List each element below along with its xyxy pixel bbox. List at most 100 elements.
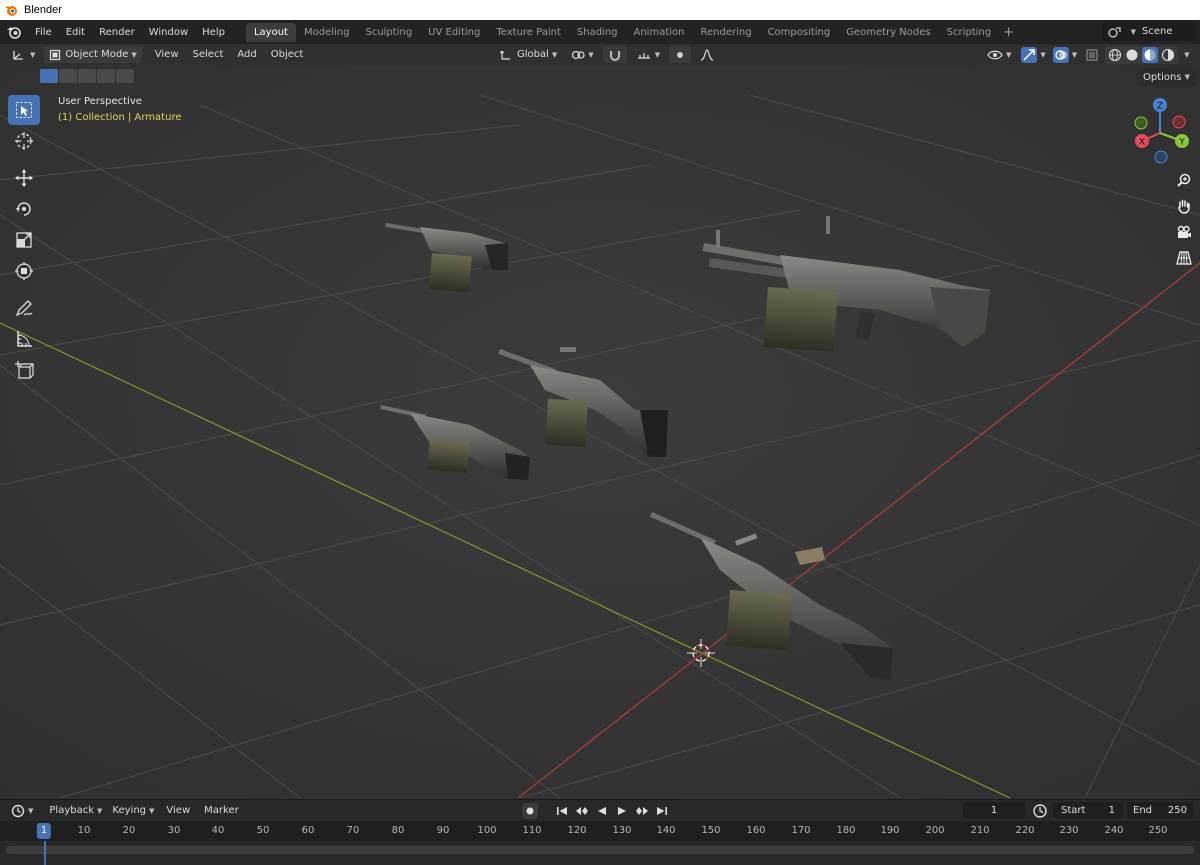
gizmo-neg-z[interactable] — [1154, 150, 1168, 164]
select-new-icon[interactable] — [40, 69, 58, 83]
tool-add-cube[interactable] — [8, 355, 40, 385]
proportional-falloff-button[interactable] — [695, 46, 719, 63]
clock-icon — [11, 804, 25, 817]
pivot-point-button[interactable]: ▼ — [566, 46, 598, 63]
zoom-button[interactable] — [1173, 169, 1195, 191]
tab-compositing[interactable]: Compositing — [760, 23, 839, 42]
ruler-tick: 130 — [612, 825, 632, 836]
gizmo-neg-x[interactable] — [1172, 115, 1186, 129]
options-button[interactable]: Options ▼ — [1137, 68, 1196, 86]
preview-range-clock-icon[interactable] — [1032, 803, 1048, 819]
tab-animation[interactable]: Animation — [626, 23, 693, 42]
start-frame-field[interactable]: Start 1 — [1053, 802, 1123, 819]
grid-perspective-icon — [1176, 251, 1192, 265]
solid-shading-icon[interactable] — [1125, 48, 1139, 62]
select-intersect-icon[interactable] — [116, 69, 134, 83]
rendered-shading-icon[interactable] — [1161, 48, 1175, 62]
select-difference-icon[interactable] — [97, 69, 115, 83]
tab-modeling[interactable]: Modeling — [296, 23, 358, 42]
shading-options-chevron-icon[interactable]: ▼ — [1184, 51, 1189, 59]
scene-name-field[interactable]: Scene — [1142, 26, 1190, 37]
tab-texture-paint[interactable]: Texture Paint — [488, 23, 569, 42]
jump-to-keyframe-forward-button[interactable] — [634, 803, 650, 819]
tab-layout[interactable]: Layout — [245, 22, 296, 42]
end-frame-field[interactable]: End 250 — [1127, 802, 1193, 819]
viewport-scene[interactable] — [0, 65, 1200, 798]
current-frame-field[interactable]: 1 — [963, 802, 1025, 819]
jump-to-end-button[interactable] — [654, 803, 670, 819]
transform-orientation-selector[interactable]: Global ▼ — [494, 46, 562, 63]
tool-measure[interactable] — [8, 324, 40, 354]
playback-menu[interactable]: Playback ▼ — [44, 802, 107, 819]
playhead-line[interactable] — [44, 841, 46, 865]
timeline-ruler[interactable]: 1 10 20 30 40 50 60 70 80 90 100 110 120… — [0, 821, 1200, 841]
camera-view-button[interactable] — [1173, 221, 1195, 243]
scene-selector[interactable]: ▼ Scene — [1101, 22, 1196, 41]
tool-move[interactable] — [8, 163, 40, 193]
menu-file[interactable]: File — [28, 27, 59, 38]
mode-selector[interactable]: Object Mode ▼ — [44, 46, 142, 63]
current-frame-marker[interactable]: 1 — [36, 823, 52, 839]
ruler-tick: 80 — [391, 825, 405, 836]
tool-transform[interactable] — [8, 256, 40, 286]
select-subtract-icon[interactable] — [78, 69, 96, 83]
tab-sculpting[interactable]: Sculpting — [357, 23, 420, 42]
gizmo-neg-y[interactable] — [1134, 116, 1148, 130]
material-preview-icon[interactable] — [1142, 47, 1159, 63]
add-cube-icon — [15, 361, 34, 379]
jump-to-start-button[interactable] — [554, 803, 570, 819]
auto-keying-button[interactable] — [522, 803, 538, 819]
add-workspace-button[interactable]: + — [999, 25, 1018, 40]
timeline-menu-marker[interactable]: Marker — [197, 805, 246, 816]
jump-to-keyframe-back-button[interactable] — [574, 803, 590, 819]
xray-toggle[interactable] — [1082, 47, 1102, 64]
wireframe-shading-icon[interactable] — [1108, 48, 1122, 62]
ruler-tick: 120 — [567, 825, 587, 836]
orientation-label: Global — [517, 49, 549, 60]
window-title: Blender — [24, 4, 62, 16]
tab-geometry-nodes[interactable]: Geometry Nodes — [838, 23, 938, 42]
tab-shading[interactable]: Shading — [569, 23, 626, 42]
proportional-edit-toggle[interactable] — [669, 46, 692, 63]
tool-select-box[interactable] — [8, 95, 40, 125]
tool-rotate[interactable] — [8, 194, 40, 224]
gizmo-toggle[interactable]: ▼ — [1019, 47, 1047, 64]
editor-type-button[interactable]: ▼ — [6, 46, 40, 63]
chevron-down-icon: ▼ — [28, 806, 34, 815]
menu-edit[interactable]: Edit — [59, 27, 92, 38]
keying-menu[interactable]: Keying ▼ — [107, 802, 159, 819]
snap-toggle[interactable] — [602, 46, 627, 63]
timeline-menu-view[interactable]: View — [159, 805, 197, 816]
tab-uv-editing[interactable]: UV Editing — [420, 23, 488, 42]
tool-annotate[interactable] — [8, 293, 40, 323]
play-button[interactable] — [614, 803, 630, 819]
pan-button[interactable] — [1173, 195, 1195, 217]
timeline-editor-type-button[interactable]: ▼ — [6, 802, 38, 819]
visibility-selector[interactable]: ▼ — [982, 47, 1016, 64]
menu-view[interactable]: View — [148, 49, 186, 60]
overlays-toggle[interactable]: ▼ — [1051, 47, 1079, 64]
3d-viewport[interactable]: User Perspective (1) Collection | Armatu… — [0, 65, 1200, 798]
blender-menu-icon[interactable] — [4, 22, 24, 42]
menu-window[interactable]: Window — [142, 27, 195, 38]
tool-scale[interactable] — [8, 225, 40, 255]
tab-scripting[interactable]: Scripting — [939, 23, 999, 42]
timeline-track-area[interactable] — [0, 841, 1200, 865]
menu-select[interactable]: Select — [186, 49, 231, 60]
tab-rendering[interactable]: Rendering — [692, 23, 759, 42]
perspective-toggle-button[interactable] — [1173, 247, 1195, 269]
select-extend-icon[interactable] — [59, 69, 77, 83]
menu-add[interactable]: Add — [230, 49, 263, 60]
current-frame-value: 1 — [990, 805, 998, 816]
mode-label: Object Mode — [65, 49, 129, 60]
snap-target-button[interactable]: ▼ — [631, 46, 665, 63]
timeline-scrollbar[interactable] — [6, 846, 1194, 854]
menu-help[interactable]: Help — [195, 27, 232, 38]
play-reverse-button[interactable] — [594, 803, 610, 819]
navigation-gizmo[interactable]: Z X Y — [1128, 97, 1192, 165]
tool-cursor[interactable] — [8, 126, 40, 156]
ruler-tick: 180 — [836, 825, 856, 836]
menu-object[interactable]: Object — [264, 49, 311, 60]
menu-render[interactable]: Render — [92, 27, 142, 38]
ruler-tick: 220 — [1015, 825, 1035, 836]
